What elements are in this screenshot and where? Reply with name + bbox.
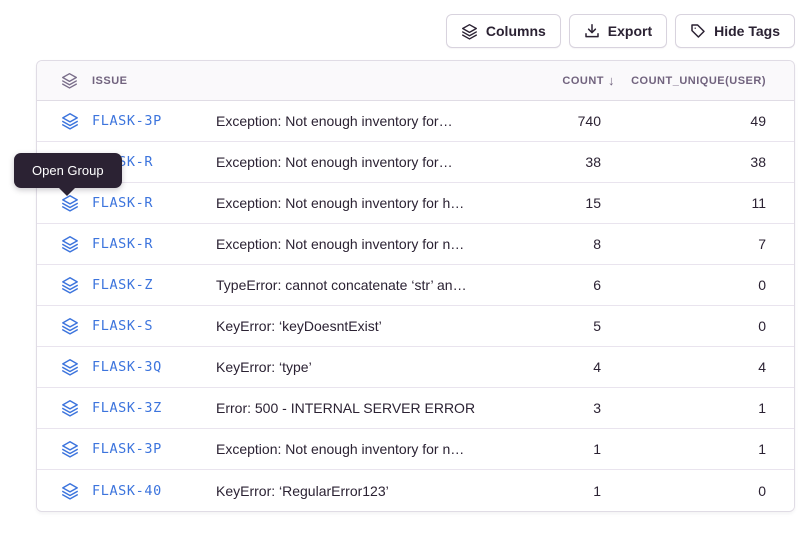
issue-link[interactable]: FLASK-Z — [92, 277, 153, 293]
export-button[interactable]: Export — [569, 14, 667, 48]
open-group-icon[interactable] — [61, 358, 79, 376]
column-header-count-unique[interactable]: COUNT_UNIQUE(USER) — [601, 75, 766, 87]
issue-title: Exception: Not enough inventory for… — [216, 154, 481, 170]
stack-icon — [61, 72, 78, 89]
count-unique-value: 7 — [601, 236, 766, 252]
table-header: ISSUE COUNT ↓ COUNT_UNIQUE(USER) — [37, 61, 794, 101]
table-row: FLASK-R Exception: Not enough inventory … — [37, 224, 794, 265]
issue-link[interactable]: FLASK-40 — [92, 483, 162, 499]
issue-link[interactable]: FLASK-3P — [92, 113, 162, 129]
issue-cell: FLASK-3P — [37, 440, 216, 458]
count-unique-value: 0 — [601, 483, 766, 499]
issue-title: KeyError: ‘RegularError123’ — [216, 483, 481, 499]
issue-title: Exception: Not enough inventory for h… — [216, 195, 481, 211]
issue-link[interactable]: FLASK-S — [92, 318, 153, 334]
issue-cell: FLASK-3Q — [37, 358, 216, 376]
count-value: 1 — [481, 441, 601, 457]
open-group-icon[interactable] — [61, 399, 79, 417]
issue-cell: FLASK-3Z — [37, 399, 216, 417]
table-row: FLASK-40 KeyError: ‘RegularError123’ 1 0 — [37, 470, 794, 511]
open-group-tooltip-label: Open Group — [32, 163, 104, 178]
table-row: FLASK-S KeyError: ‘keyDoesntExist’ 5 0 — [37, 306, 794, 347]
count-unique-value: 1 — [601, 400, 766, 416]
column-header-issue[interactable]: ISSUE — [37, 72, 216, 89]
table-row: FLASK-R Exception: Not enough inventory … — [37, 142, 794, 183]
count-value: 6 — [481, 277, 601, 293]
column-header-issue-label: ISSUE — [92, 75, 128, 87]
count-unique-value: 0 — [601, 277, 766, 293]
issue-link[interactable]: FLASK-3Q — [92, 359, 162, 375]
issue-link[interactable]: FLASK-3P — [92, 441, 162, 457]
count-value: 5 — [481, 318, 601, 334]
column-header-count-label: COUNT — [562, 75, 604, 87]
count-unique-value: 0 — [601, 318, 766, 334]
export-button-label: Export — [608, 23, 652, 39]
issue-cell: FLASK-Z — [37, 276, 216, 294]
open-group-icon[interactable] — [61, 235, 79, 253]
issue-title: Exception: Not enough inventory for n… — [216, 236, 481, 252]
hide-tags-button-label: Hide Tags — [714, 23, 780, 39]
open-group-icon[interactable] — [61, 440, 79, 458]
count-value: 4 — [481, 359, 601, 375]
issue-cell: FLASK-R — [37, 235, 216, 253]
issue-link[interactable]: FLASK-3Z — [92, 400, 162, 416]
count-value: 3 — [481, 400, 601, 416]
issue-cell: FLASK-3P — [37, 112, 216, 130]
table-row: FLASK-3Z Error: 500 - INTERNAL SERVER ER… — [37, 388, 794, 429]
count-value: 38 — [481, 154, 601, 170]
issue-cell: FLASK-R — [37, 194, 216, 212]
count-unique-value: 38 — [601, 154, 766, 170]
columns-button-label: Columns — [486, 23, 546, 39]
stack-icon — [461, 23, 478, 40]
count-unique-value: 11 — [601, 195, 766, 211]
open-group-icon[interactable] — [61, 482, 79, 500]
issue-title: KeyError: ‘type’ — [216, 359, 481, 375]
count-value: 740 — [481, 113, 601, 129]
table-row: FLASK-Z TypeError: cannot concatenate ‘s… — [37, 265, 794, 306]
hide-tags-button[interactable]: Hide Tags — [675, 14, 795, 48]
issue-title: Exception: Not enough inventory for… — [216, 113, 481, 129]
toolbar: Columns Export Hide Tags — [446, 14, 795, 48]
open-group-icon[interactable] — [61, 112, 79, 130]
columns-button[interactable]: Columns — [446, 14, 561, 48]
issue-link[interactable]: FLASK-R — [92, 236, 153, 252]
issue-cell: FLASK-40 — [37, 482, 216, 500]
open-group-icon[interactable] — [61, 276, 79, 294]
table-row: FLASK-R Exception: Not enough inventory … — [37, 183, 794, 224]
table-row: FLASK-3P Exception: Not enough inventory… — [37, 429, 794, 470]
issue-title: Error: 500 - INTERNAL SERVER ERROR — [216, 400, 481, 416]
results-table: ISSUE COUNT ↓ COUNT_UNIQUE(USER) — [36, 60, 795, 512]
count-unique-value: 49 — [601, 113, 766, 129]
issue-title: Exception: Not enough inventory for n… — [216, 441, 481, 457]
column-header-count[interactable]: COUNT ↓ — [481, 73, 601, 88]
count-unique-value: 4 — [601, 359, 766, 375]
table-row: FLASK-3Q KeyError: ‘type’ 4 4 — [37, 347, 794, 388]
count-value: 15 — [481, 195, 601, 211]
count-value: 1 — [481, 483, 601, 499]
table-row: FLASK-3P Exception: Not enough inventory… — [37, 101, 794, 142]
column-header-count-unique-label: COUNT_UNIQUE(USER) — [631, 75, 766, 87]
open-group-tooltip: Open Group — [14, 153, 122, 188]
tag-icon — [690, 23, 706, 39]
download-icon — [584, 23, 600, 39]
issue-link[interactable]: FLASK-R — [92, 195, 153, 211]
issue-cell: FLASK-S — [37, 317, 216, 335]
open-group-icon[interactable] — [61, 194, 79, 212]
issue-title: TypeError: cannot concatenate ‘str’ an… — [216, 277, 481, 293]
count-value: 8 — [481, 236, 601, 252]
count-unique-value: 1 — [601, 441, 766, 457]
table-body: FLASK-3P Exception: Not enough inventory… — [37, 101, 794, 511]
issue-title: KeyError: ‘keyDoesntExist’ — [216, 318, 481, 334]
page: Columns Export Hide Tags — [0, 0, 807, 538]
open-group-icon[interactable] — [61, 317, 79, 335]
